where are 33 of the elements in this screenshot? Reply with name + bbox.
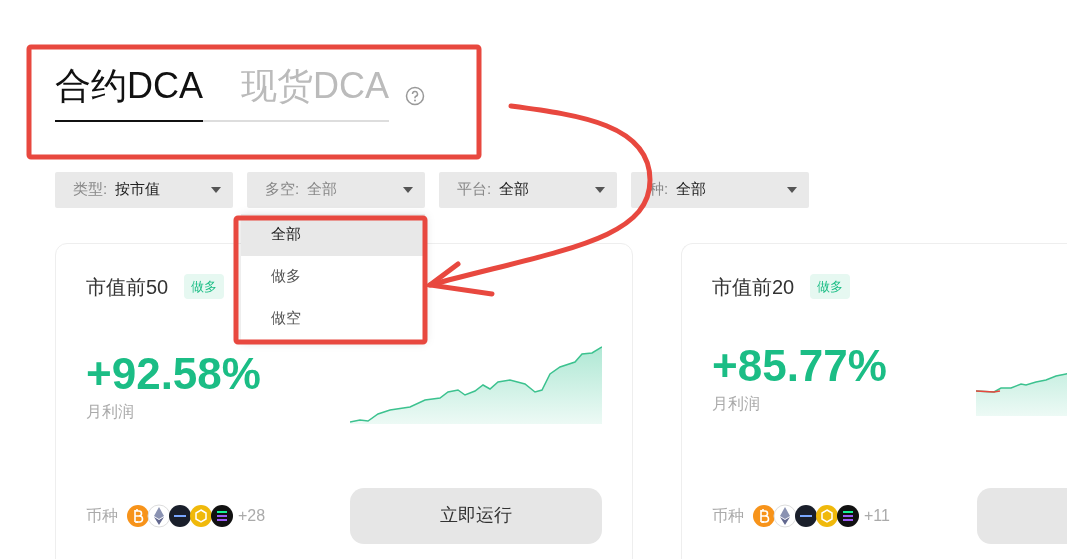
coin-icon: [126, 503, 150, 528]
run-button[interactable]: 立即运行: [350, 487, 602, 544]
coins-label: 币种: [712, 505, 744, 526]
coin-icon: [189, 503, 213, 528]
coins-more-count: +28: [238, 505, 266, 526]
coins-more-count: +11: [864, 505, 890, 526]
caret-icon: [787, 186, 797, 193]
card-title: 市值前50: [86, 274, 169, 300]
tab[interactable]: 合约DCA: [55, 66, 203, 122]
coin-icon: [210, 503, 234, 528]
caret-icon: [211, 186, 221, 193]
profit-value: +85.77%: [712, 343, 888, 388]
direction-tag: 做多: [810, 273, 851, 300]
coin-icon: [794, 503, 818, 528]
coin-icon: [752, 503, 776, 528]
caret-icon: [595, 186, 605, 193]
coins-label: 币种: [86, 505, 118, 526]
profit-label: 月利润: [86, 401, 135, 422]
profit-label: 月利润: [712, 393, 761, 414]
caret-icon: [403, 186, 413, 193]
coin-icon: [773, 503, 797, 528]
direction-tag: 做多: [184, 273, 225, 300]
coin-icon: [147, 503, 171, 528]
menu-item[interactable]: 全部: [241, 213, 425, 256]
filter-dropdown[interactable]: 类型: 按市值: [55, 171, 233, 208]
coin-icon: [168, 503, 192, 528]
profit-value: +92.58%: [86, 351, 262, 396]
help-icon[interactable]: [405, 85, 426, 106]
card-title: 市值前20: [712, 274, 795, 300]
coin-icon: [815, 503, 839, 528]
filter-dropdown[interactable]: 平台: 全部: [439, 171, 617, 208]
coin-icon: [836, 503, 860, 528]
menu-item[interactable]: 做空: [241, 297, 425, 340]
